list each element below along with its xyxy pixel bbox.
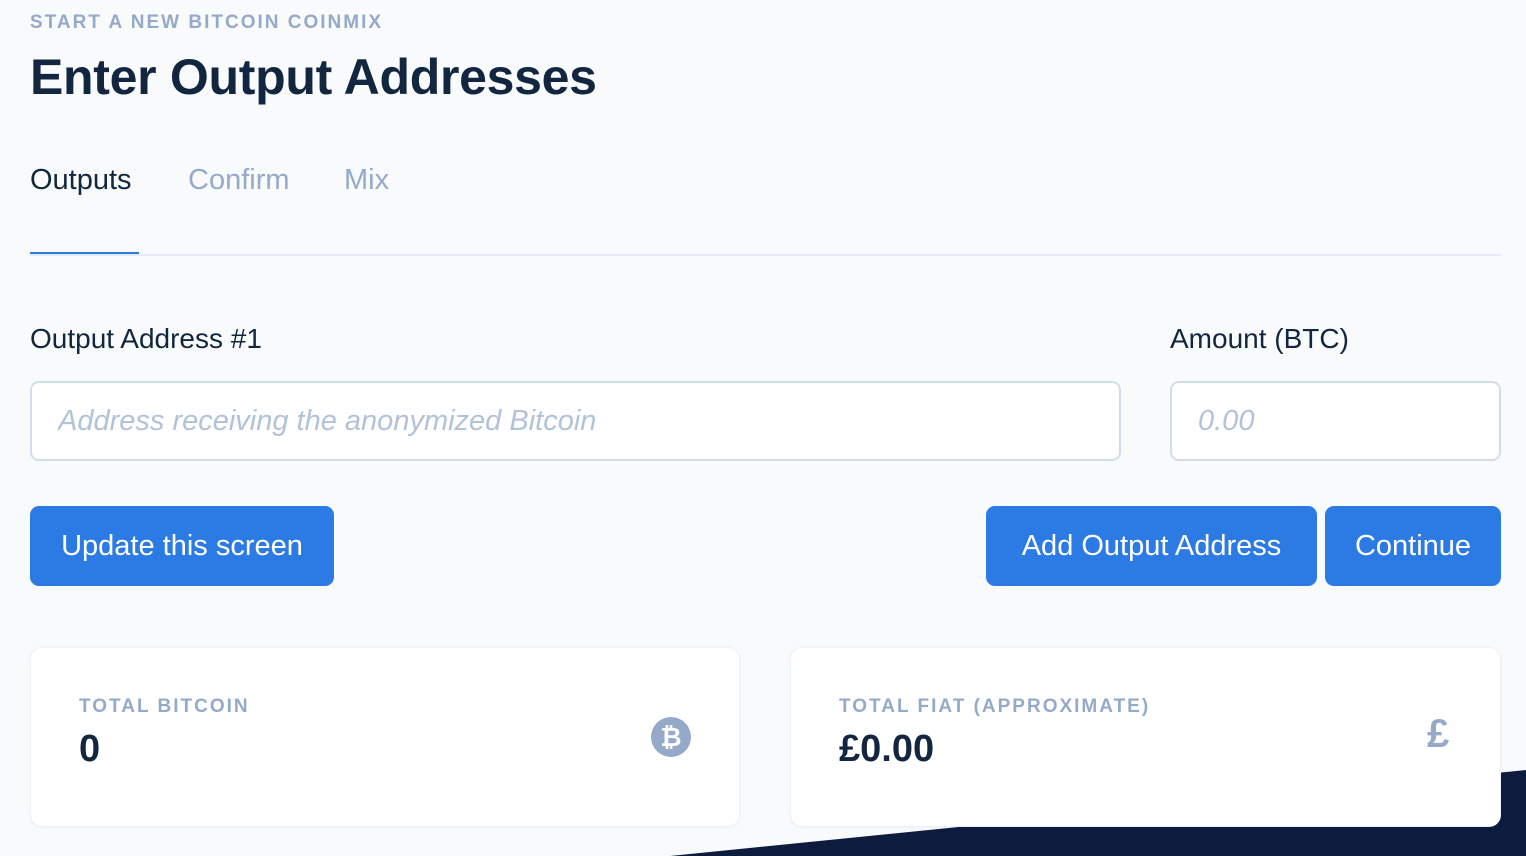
total-bitcoin-card: TOTAL BITCOIN 0 ₿: [30, 647, 740, 827]
total-fiat-label: TOTAL FIAT (APPROXIMATE): [839, 696, 1151, 717]
tab-confirm[interactable]: Confirm: [188, 160, 290, 252]
amount-input[interactable]: [1170, 381, 1501, 461]
pound-icon: £: [1427, 712, 1450, 756]
continue-button[interactable]: Continue: [1325, 506, 1501, 586]
page-title: Enter Output Addresses: [30, 49, 597, 105]
output-address-input[interactable]: [30, 381, 1121, 461]
bitcoin-icon: ₿: [651, 717, 691, 757]
page-pretitle: START A NEW BITCOIN COINMIX: [30, 12, 384, 33]
tab-outputs[interactable]: Outputs: [30, 160, 139, 254]
page: START A NEW BITCOIN COINMIX Enter Output…: [0, 0, 1526, 856]
output-address-label: Output Address #1: [30, 323, 262, 354]
add-output-address-button[interactable]: Add Output Address: [986, 506, 1317, 586]
total-fiat-card: TOTAL FIAT (APPROXIMATE) £0.00 £: [790, 647, 1501, 827]
tab-mix[interactable]: Mix: [344, 160, 389, 252]
update-screen-button[interactable]: Update this screen: [30, 506, 334, 586]
total-bitcoin-label: TOTAL BITCOIN: [79, 696, 250, 717]
total-fiat-value: £0.00: [839, 728, 935, 770]
total-bitcoin-value: 0: [79, 728, 101, 770]
step-tabs: Outputs Confirm Mix: [30, 160, 1501, 256]
amount-label: Amount (BTC): [1170, 323, 1349, 354]
